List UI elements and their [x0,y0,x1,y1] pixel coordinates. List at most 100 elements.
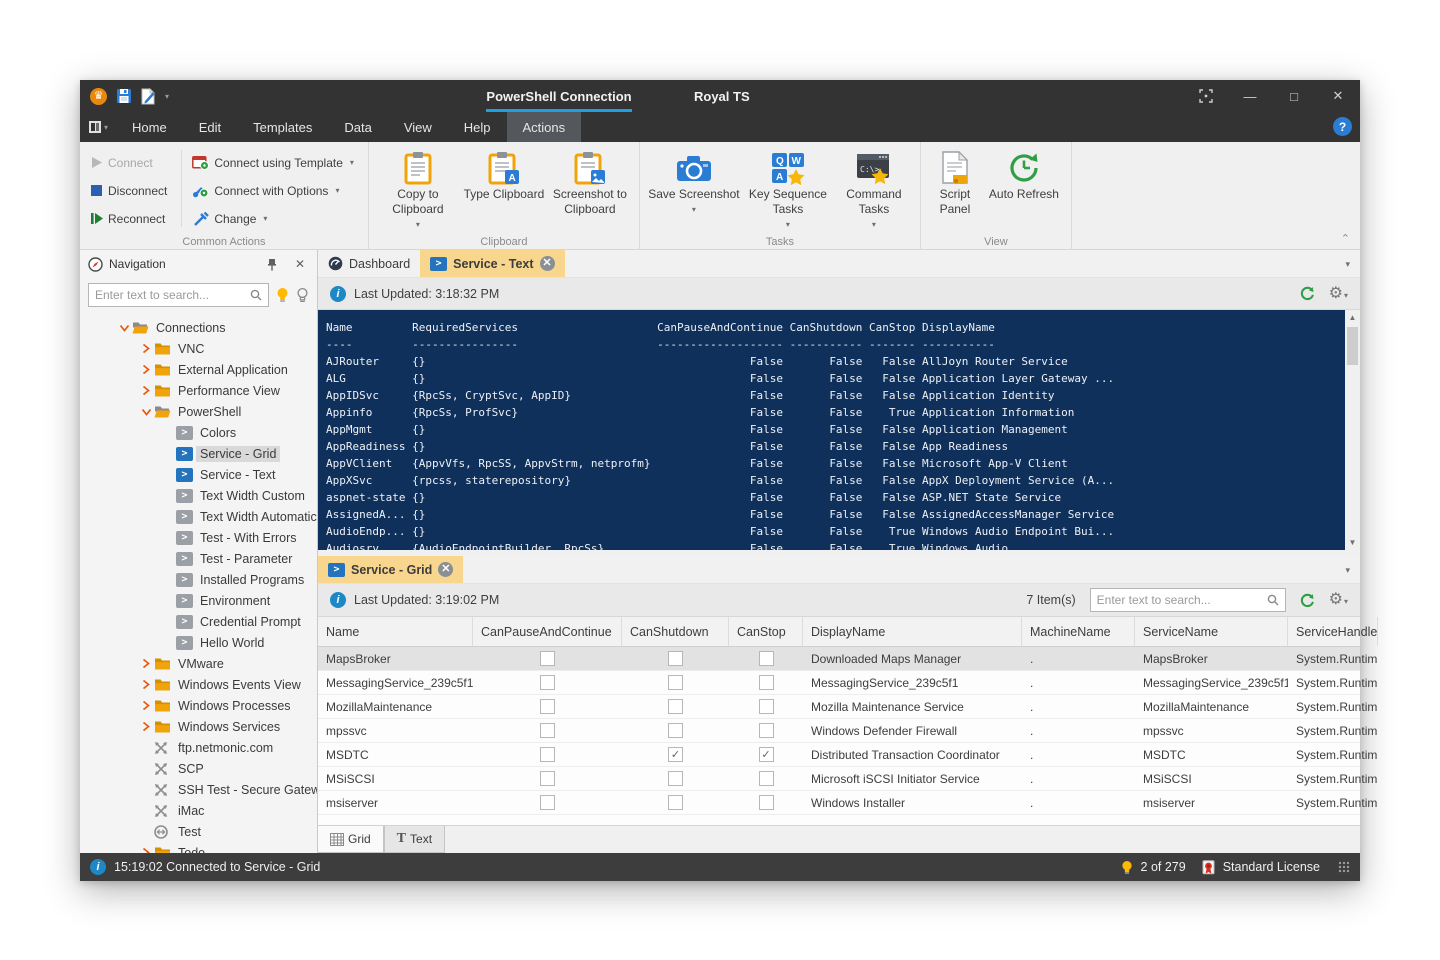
tree-item-windows-services[interactable]: Windows Services [80,716,317,737]
command-tasks-button[interactable]: C:\> Command Tasks ▾ [834,146,914,232]
save-icon[interactable] [116,88,132,104]
tree-item-hello-world[interactable]: > Hello World [80,632,317,653]
type-clipboard-button[interactable]: A Type Clipboard [461,146,547,232]
checkbox-unchecked[interactable] [540,795,555,810]
close-panel-icon[interactable]: ✕ [291,257,309,271]
tree-item-text-width-automatic[interactable]: > Text Width Automatic [80,506,317,527]
grid-column-header-name[interactable]: Name [318,617,473,646]
bulb-on-icon[interactable] [276,287,289,303]
tab-list-dropdown-icon[interactable]: ▾ [1345,259,1350,270]
grid-column-header-displayname[interactable]: DisplayName [803,617,1022,646]
tree-item-credential-prompt[interactable]: > Credential Prompt [80,611,317,632]
tree-item-test-with-errors[interactable]: > Test - With Errors [80,527,317,548]
menu-tab-help[interactable]: Help [448,112,507,142]
close-button[interactable]: ✕ [1316,80,1360,112]
tree-expander-icon[interactable] [138,701,154,710]
navigation-search-input[interactable] [95,288,250,302]
tree-item-external-application[interactable]: External Application [80,359,317,380]
checkbox-unchecked[interactable] [668,699,683,714]
tree-item-scp[interactable]: SCP [80,758,317,779]
checkbox-unchecked[interactable] [758,723,774,738]
close-tab-icon[interactable]: ✕ [539,256,555,271]
scroll-down-icon[interactable]: ▼ [1345,535,1360,550]
checkbox-unchecked[interactable] [758,651,774,666]
disconnect-button[interactable]: Disconnect [86,178,175,203]
grid-column-header-canpauseandcontinue[interactable]: CanPauseAndContinue [473,617,622,646]
checkbox-unchecked[interactable] [668,795,683,810]
grid-column-header-servicehandle[interactable]: ServiceHandle [1288,617,1378,646]
grid-column-header-machinename[interactable]: MachineName [1022,617,1135,646]
bulb-off-icon[interactable] [296,287,309,303]
connect-using-template-button[interactable]: Connect using Template ▾ [188,150,362,175]
powershell-console[interactable]: Name RequiredServices CanPauseAndContinu… [318,310,1360,550]
grid-search-input[interactable] [1096,593,1267,607]
tree-expander-icon[interactable] [138,344,154,353]
tree-item-ftp-netmonic-com[interactable]: ftp.netmonic.com [80,737,317,758]
checkbox-unchecked[interactable] [540,675,555,690]
refresh-icon[interactable] [1300,286,1315,301]
checkbox-unchecked[interactable] [758,699,774,714]
app-logo-icon[interactable]: ♛ [90,87,107,105]
checkbox-unchecked[interactable] [540,723,555,738]
tree-item-installed-programs[interactable]: > Installed Programs [80,569,317,590]
tree-item-ssh-test-secure-gateway[interactable]: SSH Test - Secure Gateway [80,779,317,800]
grid-row-mpssvc[interactable]: mpssvc Windows Defender Firewall. mpssvc Sy… [318,719,1377,743]
grid-column-header-canshutdown[interactable]: CanShutdown [622,617,729,646]
tree-item-vmware[interactable]: VMware [80,653,317,674]
application-menu-icon[interactable]: ▾ [80,112,116,142]
screenshot-to-clipboard-button[interactable]: Screenshot to Clipboard [547,146,633,232]
focus-mode-icon[interactable] [1184,80,1228,112]
script-panel-button[interactable]: Script Panel [927,146,983,217]
menu-tab-data[interactable]: Data [328,112,387,142]
tree-expander-icon[interactable] [116,324,132,332]
tab-list-dropdown-icon[interactable]: ▾ [1345,565,1350,576]
maximize-button[interactable]: □ [1272,80,1316,112]
tree-item-test-parameter[interactable]: > Test - Parameter [80,548,317,569]
settings-gear-icon[interactable]: ⚙▾ [1329,285,1348,302]
grid-row-msdtc[interactable]: MSDTC ✓ ✓ Distributed Transaction Coordinat… [318,743,1377,767]
checkbox-unchecked[interactable] [758,795,774,810]
tree-item-colors[interactable]: > Colors [80,422,317,443]
checkbox-unchecked[interactable] [758,675,774,690]
connect-button[interactable]: Connect [86,150,175,175]
tab-service-text[interactable]: > Service - Text ✕ [420,250,565,277]
save-screenshot-button[interactable]: Save Screenshot ▾ [646,146,742,232]
tree-expander-icon[interactable] [138,386,154,395]
new-document-icon[interactable] [141,87,156,105]
tree-item-text-width-custom[interactable]: > Text Width Custom [80,485,317,506]
menu-tab-actions[interactable]: Actions [506,112,582,142]
tree-item-test[interactable]: Test [80,821,317,842]
checkbox-unchecked[interactable] [668,723,683,738]
help-icon[interactable]: ? [1333,117,1352,136]
tree-expander-icon[interactable] [138,659,154,668]
view-tab-grid[interactable]: Grid [318,826,384,853]
close-tab-icon[interactable]: ✕ [438,562,454,577]
checkbox-unchecked[interactable] [540,699,555,714]
key-sequence-tasks-button[interactable]: QWA Key Sequence Tasks ▾ [742,146,834,232]
checkbox-unchecked[interactable] [668,771,683,786]
tree-item-vnc[interactable]: VNC [80,338,317,359]
tree-item-environment[interactable]: > Environment [80,590,317,611]
resize-grip[interactable] [1338,861,1350,873]
console-scrollbar[interactable]: ▲ ▼ [1345,310,1360,550]
tree-item-windows-events-view[interactable]: Windows Events View [80,674,317,695]
tab-dashboard[interactable]: Dashboard [318,250,420,277]
menu-tab-templates[interactable]: Templates [237,112,328,142]
grid-row-msiscsi[interactable]: MSiSCSI Microsoft iSCSI Initiator Service… [318,767,1377,791]
tree-item-connections[interactable]: Connections [80,317,317,338]
settings-gear-icon[interactable]: ⚙▾ [1329,592,1348,608]
grid-row-messagingservice_239c5f1[interactable]: MessagingService_239c5f1 MessagingService… [318,671,1377,695]
menu-tab-view[interactable]: View [388,112,448,142]
change-button[interactable]: Change ▾ [188,206,362,231]
tree-item-powershell[interactable]: PowerShell [80,401,317,422]
checkbox-unchecked[interactable] [668,675,683,690]
grid-column-header-canstop[interactable]: CanStop [729,617,803,646]
tree-item-windows-processes[interactable]: Windows Processes [80,695,317,716]
checkbox-unchecked[interactable] [540,771,555,786]
grid-searchbox[interactable] [1089,588,1286,612]
menu-tab-home[interactable]: Home [116,112,183,142]
tree-item-imac[interactable]: iMac [80,800,317,821]
checkbox-unchecked[interactable] [758,771,774,786]
tree-expander-icon[interactable] [138,722,154,731]
refresh-icon[interactable] [1300,593,1315,608]
